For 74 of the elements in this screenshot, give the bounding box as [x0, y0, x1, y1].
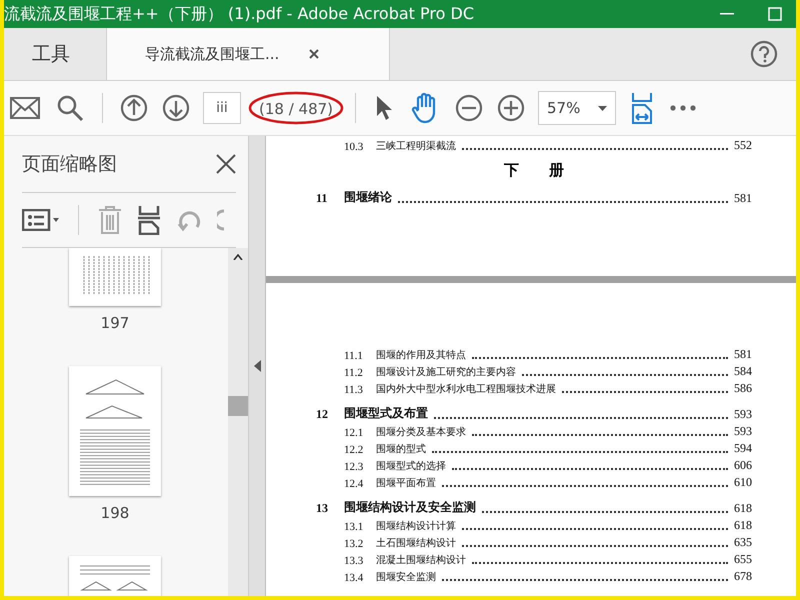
- section-title: 围堰平面布置: [376, 476, 436, 490]
- section-number: 10.3: [344, 141, 364, 153]
- section-title: 围堰安全监测: [376, 570, 436, 584]
- section-title: 围堰设计及施工研究的主要内容: [376, 366, 516, 379]
- chapter-title: 围堰结构设计及安全监测: [344, 499, 476, 516]
- section-number: 12.4: [344, 478, 364, 490]
- page-label: 197: [100, 314, 130, 332]
- previous-page-icon[interactable]: [119, 93, 149, 123]
- section-number: 13.2: [344, 538, 364, 550]
- page-label: 198: [100, 504, 130, 522]
- next-page-icon[interactable]: [161, 93, 191, 123]
- section-number: 13.1: [344, 521, 364, 533]
- section-title: 土石围堰结构设计: [376, 536, 456, 550]
- section-title: 围堰型式的选择: [376, 460, 446, 473]
- volume-heading: 下 册: [504, 161, 564, 180]
- section-title: 混凝土围堰结构设计: [376, 554, 466, 567]
- zoom-dropdown[interactable]: 57%: [538, 91, 616, 125]
- section-number: 11.2: [344, 367, 364, 379]
- page-number: 552: [734, 138, 752, 153]
- section-number: 12.2: [344, 444, 364, 456]
- maximize-icon[interactable]: [768, 7, 782, 21]
- section-number: 11.1: [344, 350, 364, 362]
- section-title: 围堰的作用及其特点: [376, 348, 466, 362]
- options-menu-icon[interactable]: [22, 209, 60, 231]
- tab[interactable]: 导流截流及围堰工...: [107, 28, 390, 80]
- scrollbar[interactable]: [228, 248, 248, 596]
- page-number: 618: [734, 518, 752, 533]
- zoom-in-icon[interactable]: [496, 93, 526, 123]
- panel-title: 页面缩略图: [22, 152, 117, 177]
- email-button[interactable]: [8, 95, 42, 121]
- close-icon[interactable]: [216, 154, 236, 174]
- section-title: 三峡工程明渠截流: [376, 140, 456, 153]
- page-number-field[interactable]: iii: [203, 92, 241, 124]
- page-number: 678: [734, 569, 752, 584]
- page-number: 586: [734, 381, 752, 396]
- chapter-number: 11: [316, 191, 328, 206]
- section-number: 12.1: [344, 427, 364, 439]
- section-title: 国内外大中型水利水电工程围堰技术进展: [376, 382, 556, 396]
- section-number: 13.3: [344, 555, 364, 567]
- chapter-number: 13: [316, 501, 329, 516]
- page-number: 593: [734, 407, 752, 422]
- page-number: 606: [734, 458, 752, 473]
- help-icon[interactable]: [750, 40, 778, 68]
- collapse-panel-icon[interactable]: [254, 360, 260, 372]
- scrollbar-thumb[interactable]: [228, 396, 248, 416]
- page-thumbnail[interactable]: [69, 248, 161, 306]
- page-number: 593: [734, 424, 752, 439]
- chapter-number: 12: [316, 407, 329, 422]
- section-title: 围堰的型式: [376, 442, 426, 456]
- page-number: 584: [734, 364, 752, 379]
- caret-icon: [598, 106, 608, 110]
- page-number: 581: [734, 191, 752, 206]
- page-number: 655: [734, 552, 752, 567]
- section-number: 12.3: [344, 461, 364, 473]
- page-count: (18 / 487): [259, 100, 334, 118]
- window-title: 流截流及围堰工程++（下册） (1).pdf - Adobe Acrobat Pro DC: [4, 4, 474, 24]
- close-icon[interactable]: [309, 49, 320, 59]
- chapter-title: 围堰绪论: [344, 189, 392, 206]
- page-number: 581: [734, 347, 752, 362]
- more-icon[interactable]: [668, 103, 698, 113]
- scroll-up-icon[interactable]: [233, 254, 243, 260]
- page-number: 635: [734, 535, 752, 550]
- section-title: 围堰分类及基本要求: [376, 426, 466, 439]
- chapter-title: 围堰型式及布置: [344, 405, 428, 422]
- page-thumbnail[interactable]: [69, 366, 161, 496]
- section-number: 13.4: [344, 572, 364, 584]
- page-number: 618: [734, 501, 752, 516]
- section-number: 11.3: [344, 384, 364, 396]
- insert-page-icon[interactable]: [137, 205, 161, 235]
- section-title: 围堰结构设计计算: [376, 520, 456, 533]
- zoom-out-icon[interactable]: [454, 93, 484, 123]
- minimize-icon[interactable]: [720, 13, 734, 15]
- page-number: 610: [734, 475, 752, 490]
- page-number: 594: [734, 441, 752, 456]
